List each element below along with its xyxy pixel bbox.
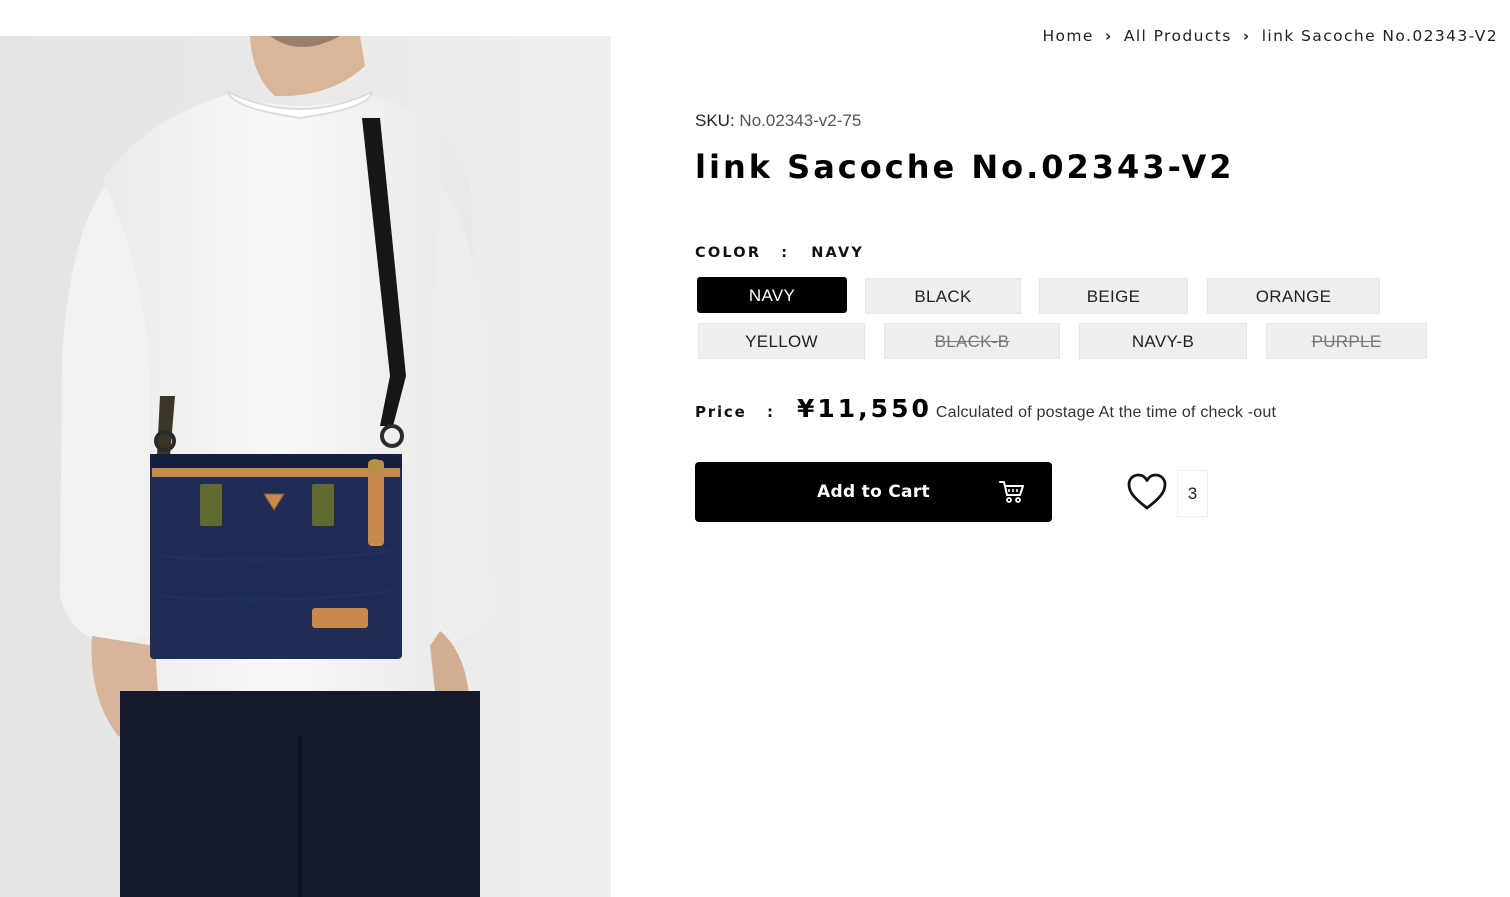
sku-value: No.02343-v2-75 bbox=[739, 111, 862, 130]
color-label: COLOR bbox=[695, 245, 762, 261]
color-option-beige[interactable]: BEIGE bbox=[1039, 278, 1188, 314]
color-label-row: COLOR : NAVY bbox=[695, 245, 864, 261]
wishlist-button[interactable] bbox=[1126, 472, 1168, 512]
cart-icon bbox=[999, 481, 1024, 503]
chevron-right-icon: › bbox=[1242, 27, 1251, 45]
sku-label: SKU: bbox=[695, 111, 735, 130]
breadcrumb: Home › All Products › link Sacoche No.02… bbox=[1042, 27, 1498, 45]
color-option-black[interactable]: BLACK bbox=[865, 278, 1021, 314]
price-row: Price : ¥11,550 Calculated of postage At… bbox=[695, 394, 1276, 423]
breadcrumb-current: link Sacoche No.02343-V2 bbox=[1261, 27, 1498, 45]
add-to-cart-button[interactable]: Add to Cart bbox=[695, 462, 1052, 522]
product-sku: SKU: No.02343-v2-75 bbox=[695, 111, 861, 131]
product-image[interactable] bbox=[0, 36, 611, 897]
color-option-orange[interactable]: ORANGE bbox=[1207, 278, 1380, 314]
breadcrumb-all-products-link[interactable]: All Products bbox=[1124, 27, 1232, 45]
color-option-navy-b[interactable]: NAVY-B bbox=[1079, 323, 1247, 359]
breadcrumb-home-link[interactable]: Home bbox=[1042, 27, 1093, 45]
color-colon: : bbox=[781, 245, 790, 261]
color-option-yellow[interactable]: YELLOW bbox=[698, 323, 865, 359]
color-option-purple[interactable]: PURPLE bbox=[1266, 323, 1427, 359]
page-title: link Sacoche No.02343-V2 bbox=[695, 148, 1235, 186]
price-label: Price bbox=[695, 403, 747, 421]
postage-note: Calculated of postage At the time of che… bbox=[935, 404, 1277, 421]
chevron-right-icon: › bbox=[1105, 27, 1113, 45]
wishlist-count: 3 bbox=[1177, 470, 1208, 517]
heart-icon bbox=[1127, 473, 1167, 510]
color-option-black-b[interactable]: BLACK-B bbox=[884, 323, 1060, 359]
price-colon: : bbox=[767, 403, 773, 421]
color-option-navy[interactable]: NAVY bbox=[697, 277, 847, 313]
color-selected-value: NAVY bbox=[811, 245, 865, 261]
price-value: ¥11,550 bbox=[797, 394, 932, 423]
